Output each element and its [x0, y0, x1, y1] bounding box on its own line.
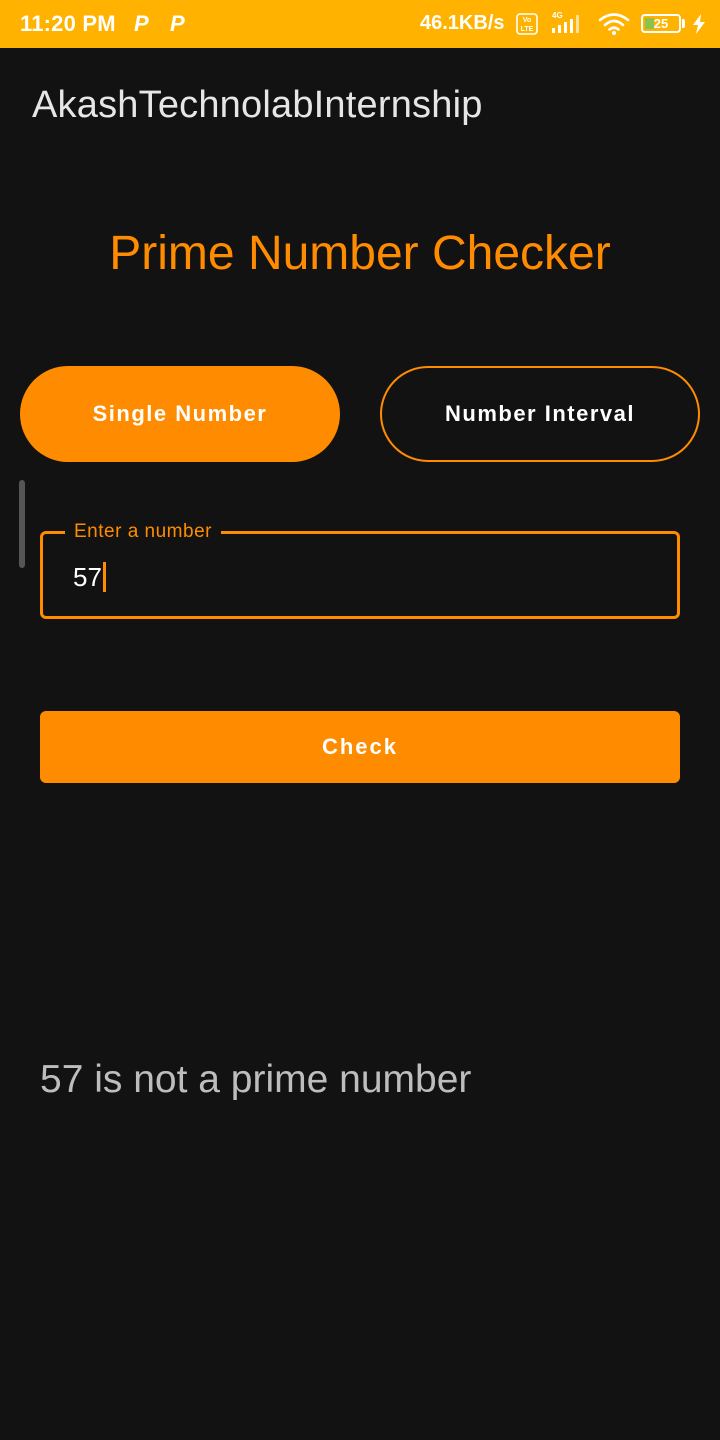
page-heading: Prime Number Checker [109, 227, 611, 280]
number-input[interactable]: 57 [73, 562, 106, 592]
battery-level: 25 [653, 16, 669, 31]
signal-icon: 4G [552, 11, 579, 33]
number-interval-button[interactable]: Number Interval [380, 366, 700, 462]
check-button-label: Check [321, 734, 399, 759]
volte-icon: Vo LTE [516, 13, 538, 35]
wifi-icon [598, 13, 630, 35]
network-type-label: 4G [552, 11, 563, 20]
app-screen: 11:20 PM P P 46.1KB/s Vo LTE 4G 25 Akash… [0, 0, 720, 1440]
scroll-indicator[interactable] [19, 480, 25, 568]
svg-text:Vo: Vo [523, 17, 531, 24]
charging-icon [693, 14, 705, 34]
single-number-label: Single Number [92, 401, 268, 426]
battery-icon: 25 [641, 14, 681, 33]
check-button[interactable]: Check [40, 711, 680, 783]
single-number-button[interactable]: Single Number [20, 366, 340, 462]
number-input-label: Enter a number [65, 520, 221, 544]
number-interval-label: Number Interval [445, 401, 635, 426]
notification-p-icon: P [134, 11, 149, 36]
status-bar: 11:20 PM P P 46.1KB/s Vo LTE 4G 25 [0, 0, 720, 48]
network-speed: 46.1KB/s [420, 12, 505, 34]
number-input-field[interactable]: Enter a number 57 [40, 520, 680, 619]
result-text: 57 is not a prime number [40, 1058, 472, 1101]
text-cursor [102, 562, 106, 592]
svg-text:LTE: LTE [521, 26, 534, 33]
battery-nub [682, 19, 685, 28]
number-input-value: 57 [73, 562, 102, 592]
status-time: 11:20 PM [20, 11, 116, 36]
app-title: AkashTechnolabInternship [32, 84, 483, 126]
notification-p-icon: P [170, 11, 185, 36]
